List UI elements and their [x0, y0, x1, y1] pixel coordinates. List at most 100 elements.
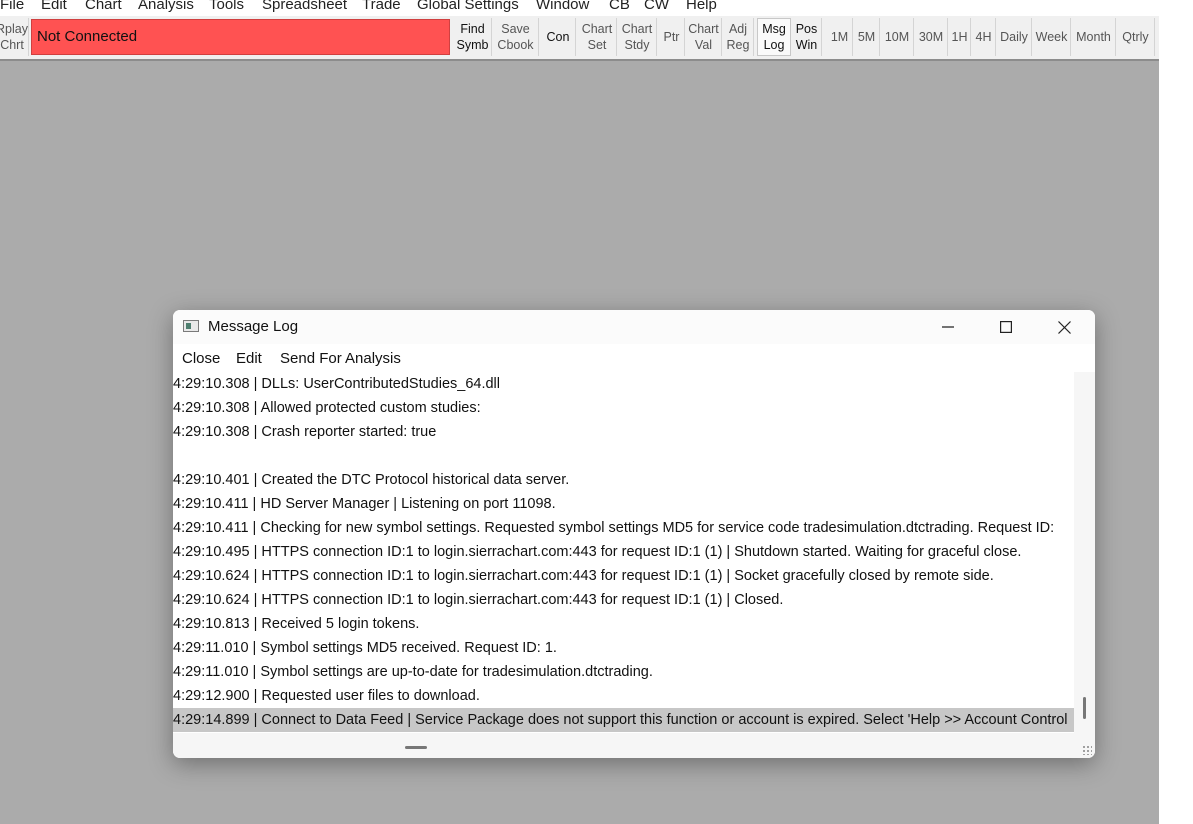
- minimize-button[interactable]: [919, 310, 977, 344]
- timeframe-quarterly-button[interactable]: Qtrly: [1117, 18, 1155, 56]
- timeframe-1h-button[interactable]: 1H: [949, 18, 971, 56]
- log-line: 4:29:10.411 | HD Server Manager | Listen…: [173, 496, 556, 512]
- connection-status: Not Connected: [31, 19, 450, 55]
- adjust-region-label-1: Adj: [728, 22, 748, 36]
- maximize-button[interactable]: [977, 310, 1035, 344]
- log-line: 4:29:10.308 | Allowed protected custom s…: [173, 400, 481, 416]
- log-line: 4:29:12.900 | Requested user files to do…: [173, 688, 480, 704]
- log-menu-send-for-analysis[interactable]: Send For Analysis: [280, 350, 401, 367]
- pointer-label: Ptr: [663, 30, 680, 44]
- timeframe-4h-button[interactable]: 4H: [972, 18, 996, 56]
- timeframe-30m-label: 30M: [918, 30, 944, 44]
- find-symbol-label-1: Find: [460, 22, 485, 36]
- chart-values-button[interactable]: Chart Val: [686, 18, 722, 56]
- menu-edit[interactable]: Edit: [41, 0, 67, 13]
- resize-grip-icon[interactable]: [1082, 745, 1092, 755]
- log-line: 4:29:10.624 | HTTPS connection ID:1 to l…: [173, 592, 784, 608]
- menu-global-settings[interactable]: Global Settings: [417, 0, 519, 13]
- adjust-region-button[interactable]: Adj Reg: [723, 18, 754, 56]
- menu-chart[interactable]: Chart: [85, 0, 122, 13]
- positions-window-label-1: Pos: [795, 22, 818, 36]
- chart-studies-label-1: Chart: [621, 22, 653, 36]
- window-title: Message Log: [208, 318, 299, 335]
- timeframe-4h-label: 4H: [975, 30, 992, 44]
- close-icon: [1057, 320, 1071, 334]
- menu-file[interactable]: File: [0, 0, 24, 13]
- replay-chart-label-2: Chrt: [0, 38, 24, 52]
- horizontal-scroll-thumb[interactable]: [405, 746, 427, 749]
- save-chartbook-label-1: Save: [501, 22, 530, 36]
- vertical-scrollbar[interactable]: [1074, 372, 1095, 733]
- menu-cb[interactable]: CB: [609, 0, 630, 13]
- message-log-window: Message Log Close Edit Send For Analysis…: [173, 310, 1095, 758]
- timeframe-30m-button[interactable]: 30M: [915, 18, 948, 56]
- save-chartbook-label-2: Cbook: [497, 38, 534, 52]
- menu-analysis[interactable]: Analysis: [138, 0, 194, 13]
- timeframe-month-button[interactable]: Month: [1072, 18, 1116, 56]
- chart-settings-button[interactable]: Chart Set: [578, 18, 617, 56]
- menu-tools[interactable]: Tools: [209, 0, 244, 13]
- menu-help[interactable]: Help: [686, 0, 717, 13]
- message-log-button[interactable]: Msg Log: [757, 18, 791, 56]
- connect-label: Con: [546, 30, 570, 44]
- timeframe-week-label: Week: [1035, 30, 1068, 44]
- timeframe-quarterly-label: Qtrly: [1122, 30, 1149, 44]
- chart-studies-button[interactable]: Chart Stdy: [618, 18, 657, 56]
- message-log-label-2: Log: [763, 38, 785, 52]
- timeframe-daily-button[interactable]: Daily: [997, 18, 1032, 56]
- timeframe-10m-label: 10M: [884, 30, 910, 44]
- chart-studies-label-2: Stdy: [624, 38, 650, 52]
- log-line: 4:29:10.624 | HTTPS connection ID:1 to l…: [173, 568, 994, 584]
- connect-button[interactable]: Con: [541, 18, 576, 56]
- close-window-button[interactable]: [1035, 310, 1093, 344]
- positions-window-button[interactable]: Pos Win: [792, 18, 822, 56]
- log-text-area[interactable]: 4:29:10.308 | DLLs: UserContributedStudi…: [173, 372, 1074, 733]
- chart-settings-label-2: Set: [587, 38, 607, 52]
- find-symbol-label-2: Symb: [456, 38, 489, 52]
- positions-window-label-2: Win: [795, 38, 818, 52]
- chart-values-label-1: Chart: [688, 22, 719, 36]
- log-line: 4:29:11.010 | Symbol settings are up-to-…: [173, 664, 653, 680]
- log-line: 4:29:10.495 | HTTPS connection ID:1 to l…: [173, 544, 1022, 560]
- timeframe-1m-label: 1M: [830, 30, 849, 44]
- timeframe-1m-button[interactable]: 1M: [827, 18, 853, 56]
- horizontal-scrollbar[interactable]: [173, 733, 1095, 758]
- timeframe-5m-button[interactable]: 5M: [854, 18, 880, 56]
- menu-window[interactable]: Window: [536, 0, 589, 13]
- timeframe-month-label: Month: [1076, 30, 1111, 44]
- replay-chart-label-1: Rplay: [0, 22, 28, 36]
- message-log-label-1: Msg: [762, 22, 786, 36]
- replay-chart-button[interactable]: Rplay Chrt: [0, 18, 29, 56]
- log-line: 4:29:10.401 | Created the DTC Protocol h…: [173, 472, 570, 488]
- log-line: 4:29:10.308 | DLLs: UserContributedStudi…: [173, 376, 501, 392]
- log-line-selected: 4:29:14.899 | Connect to Data Feed | Ser…: [173, 708, 1074, 732]
- adjust-region-label-2: Reg: [726, 38, 750, 52]
- pointer-button[interactable]: Ptr: [659, 18, 685, 56]
- timeframe-5m-label: 5M: [857, 30, 876, 44]
- log-menu-edit[interactable]: Edit: [236, 350, 262, 367]
- find-symbol-button[interactable]: Find Symb: [454, 18, 492, 56]
- chart-values-label-2: Val: [694, 38, 713, 52]
- timeframe-week-button[interactable]: Week: [1033, 18, 1071, 56]
- timeframe-1h-label: 1H: [951, 30, 968, 44]
- control-bar: Rplay Chrt Not Connected Find Symb Save …: [0, 16, 1159, 61]
- log-menu-bar: Close Edit Send For Analysis: [173, 344, 1095, 372]
- chart-settings-label-1: Chart: [581, 22, 613, 36]
- log-line: 4:29:10.411 | Checking for new symbol se…: [173, 520, 1055, 536]
- timeframe-10m-button[interactable]: 10M: [881, 18, 914, 56]
- menu-trade[interactable]: Trade: [362, 0, 401, 13]
- timeframe-daily-label: Daily: [1000, 30, 1028, 44]
- minimize-icon: [942, 326, 954, 328]
- menu-spreadsheet[interactable]: Spreadsheet: [262, 0, 347, 13]
- window-titlebar[interactable]: Message Log: [173, 310, 1095, 344]
- main-menu-bar: File Edit Chart Analysis Tools Spreadshe…: [0, 0, 1193, 16]
- save-chartbook-button[interactable]: Save Cbook: [493, 18, 539, 56]
- menu-cw[interactable]: CW: [644, 0, 669, 13]
- log-line: 4:29:10.813 | Received 5 login tokens.: [173, 616, 420, 632]
- log-line: 4:29:11.010 | Symbol settings MD5 receiv…: [173, 640, 557, 656]
- log-line: 4:29:10.308 | Crash reporter started: tr…: [173, 424, 437, 440]
- log-menu-close[interactable]: Close: [182, 350, 220, 367]
- app-icon: [183, 320, 199, 332]
- vertical-scroll-thumb[interactable]: [1083, 697, 1086, 719]
